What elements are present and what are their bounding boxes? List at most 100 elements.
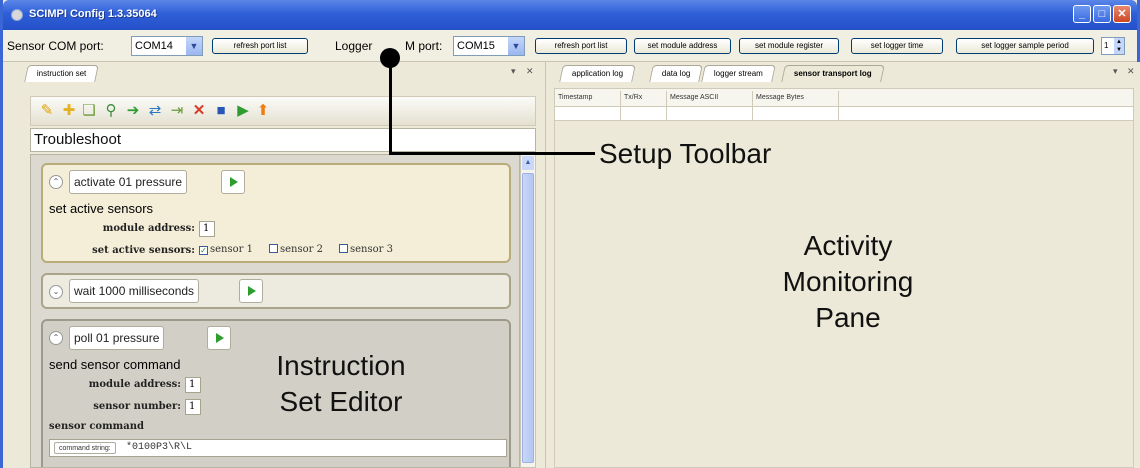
module-address-label: module address:	[88, 379, 181, 390]
column-header[interactable]: Message Bytes	[753, 91, 839, 107]
instruction-icon-toolbar: ✎ ✚ ❏ ⚲ ➔ ⇄ ⇥ ✕ ■ ▶ ⬆	[30, 96, 536, 126]
pin-icon[interactable]: ▾	[511, 66, 516, 77]
tab-instruction-set[interactable]: instruction set	[24, 65, 100, 82]
collapse-icon[interactable]: ⌃	[49, 175, 63, 189]
collapse-icon[interactable]: ⌃	[49, 331, 63, 345]
tab-application-log[interactable]: application log	[559, 65, 636, 82]
insert-icon[interactable]: ⇥	[169, 103, 185, 119]
instruction-name-field[interactable]: poll 01 pressure	[69, 326, 165, 350]
stepper-up-icon[interactable]: ▲	[1114, 38, 1124, 46]
table-cell	[555, 107, 621, 121]
new-problem-icon[interactable]: ✎	[39, 103, 55, 119]
run-instruction-button[interactable]	[221, 170, 245, 194]
checkbox-label: sensor 3	[350, 244, 393, 255]
pin-icon[interactable]: ▾	[1113, 66, 1118, 77]
minimize-button[interactable]: _	[1073, 5, 1091, 23]
annotation-line: Activity	[803, 230, 893, 261]
save-icon[interactable]: ■	[213, 103, 229, 119]
table-row[interactable]	[555, 107, 1133, 121]
instruction-name-field[interactable]: wait 1000 milliseconds	[69, 279, 200, 303]
refresh-sensor-ports-button[interactable]: refresh port list	[212, 38, 308, 54]
column-header[interactable]: Timestamp	[555, 91, 621, 107]
tab-data-log[interactable]: data log	[649, 65, 704, 82]
activity-pane: application log data log logger stream s…	[547, 62, 1140, 468]
callout-line	[389, 58, 392, 155]
run-icon[interactable]: ▶	[235, 103, 251, 119]
sensor-1-checkbox[interactable]: ✓ sensor 1	[199, 244, 253, 255]
set-logger-sample-period-button[interactable]: set logger sample period	[956, 38, 1094, 54]
instruction-editor-annotation: Instruction Set Editor	[246, 348, 436, 420]
close-icon[interactable]: ✕	[1127, 66, 1135, 77]
set-logger-time-button[interactable]: set logger time	[851, 38, 943, 54]
checkbox-box	[269, 244, 278, 253]
logger-port-value: COM15	[457, 40, 495, 52]
add-instruction-icon[interactable]: ✚	[61, 103, 77, 119]
sensor-port-label: Sensor COM port:	[7, 39, 104, 53]
table-cell	[621, 107, 667, 121]
table-cell	[753, 107, 839, 121]
run-instruction-button[interactable]	[239, 279, 263, 303]
app-icon	[11, 9, 23, 21]
swap-icon[interactable]: ⇄	[147, 103, 163, 119]
checkbox-label: sensor 1	[210, 244, 253, 255]
module-address-label: module address:	[102, 223, 195, 234]
command-string-label: command string:	[54, 442, 116, 454]
maximize-button[interactable]: □	[1093, 5, 1111, 23]
set-module-address-button[interactable]: set module address	[634, 38, 731, 54]
sensor-command-label: sensor command	[49, 421, 144, 432]
move-right-icon[interactable]: ➔	[125, 103, 141, 119]
expand-icon[interactable]: ⌄	[49, 285, 63, 299]
scroll-up-icon[interactable]: ▲	[522, 156, 534, 170]
annotation-line: Monitoring	[782, 266, 914, 297]
tab-label: sensor transport log	[793, 69, 872, 78]
sensor-port-select[interactable]: COM14 ▼	[131, 36, 203, 56]
tab-logger-stream[interactable]: logger stream	[701, 65, 776, 82]
instruction-card: ⌄ wait 1000 milliseconds	[41, 273, 511, 309]
tab-sensor-transport-log[interactable]: sensor transport log	[781, 65, 885, 82]
sensor-port-value: COM14	[135, 40, 173, 52]
scrollbar-thumb[interactable]	[522, 173, 534, 463]
sensor-2-checkbox[interactable]: sensor 2	[269, 244, 323, 255]
annotation-line: Instruction	[276, 350, 406, 381]
active-sensors-label: set active sensors:	[92, 245, 195, 256]
instruction-name-field[interactable]: activate 01 pressure	[69, 170, 188, 194]
tab-label: logger stream	[713, 69, 763, 78]
close-icon[interactable]: ✕	[526, 66, 534, 77]
module-address-field[interactable]: 1	[199, 221, 215, 237]
instruction-set-pane: instruction set ▾ ✕ ✎ ✚ ❏ ⚲ ➔ ⇄ ⇥ ✕ ■ ▶ …	[6, 62, 546, 468]
run-instruction-button[interactable]	[207, 326, 231, 350]
instruction-list-scrollbar[interactable]: ▲	[520, 154, 536, 468]
window-title: SCIMPI Config 1.3.35064	[29, 8, 157, 20]
sensor-number-field[interactable]: 1	[185, 399, 201, 415]
module-address-field[interactable]: 1	[185, 377, 201, 393]
sensor-number-label: sensor number:	[93, 401, 181, 412]
instruction-type-label: set active sensors	[49, 201, 154, 216]
column-header[interactable]: Tx/Rx	[621, 91, 667, 107]
callout-line	[389, 152, 595, 155]
sensor-3-checkbox[interactable]: sensor 3	[339, 244, 393, 255]
sample-period-stepper[interactable]: 1 ▲ ▼	[1101, 37, 1125, 55]
command-string-field[interactable]: command string: *0100P3\R\L	[49, 439, 507, 457]
instruction-card: ⌃ activate 01 pressure set active sensor…	[41, 163, 511, 263]
annotation-line: Pane	[815, 302, 881, 333]
logger-port-label: Logger	[335, 39, 373, 53]
column-header[interactable]: Message ASCII	[667, 91, 753, 107]
delete-icon[interactable]: ✕	[191, 103, 207, 119]
search-icon[interactable]: ⚲	[103, 103, 119, 119]
checkmark-icon: ✓	[199, 246, 208, 255]
add-set-icon[interactable]: ❏	[81, 103, 97, 119]
set-module-register-button[interactable]: set module register	[739, 38, 839, 54]
chevron-down-icon: ▼	[508, 37, 524, 55]
logger-port-label-tail: M port:	[405, 39, 443, 53]
log-tabstrip: application log data log logger stream s…	[547, 62, 1140, 82]
stepper-down-icon[interactable]: ▼	[1114, 46, 1124, 54]
activity-pane-annotation: Activity Monitoring Pane	[733, 228, 963, 336]
refresh-logger-ports-button[interactable]: refresh port list	[535, 38, 627, 54]
logger-port-select[interactable]: COM15 ▼	[453, 36, 525, 56]
checkbox-box	[339, 244, 348, 253]
setup-toolbar: Sensor COM port: COM14 ▼ refresh port li…	[3, 30, 1137, 62]
instruction-list: ⌃ activate 01 pressure set active sensor…	[30, 154, 520, 468]
problem-name-field[interactable]: Troubleshoot	[30, 128, 536, 152]
upload-icon[interactable]: ⬆	[255, 103, 271, 119]
close-button[interactable]: ✕	[1113, 5, 1131, 23]
